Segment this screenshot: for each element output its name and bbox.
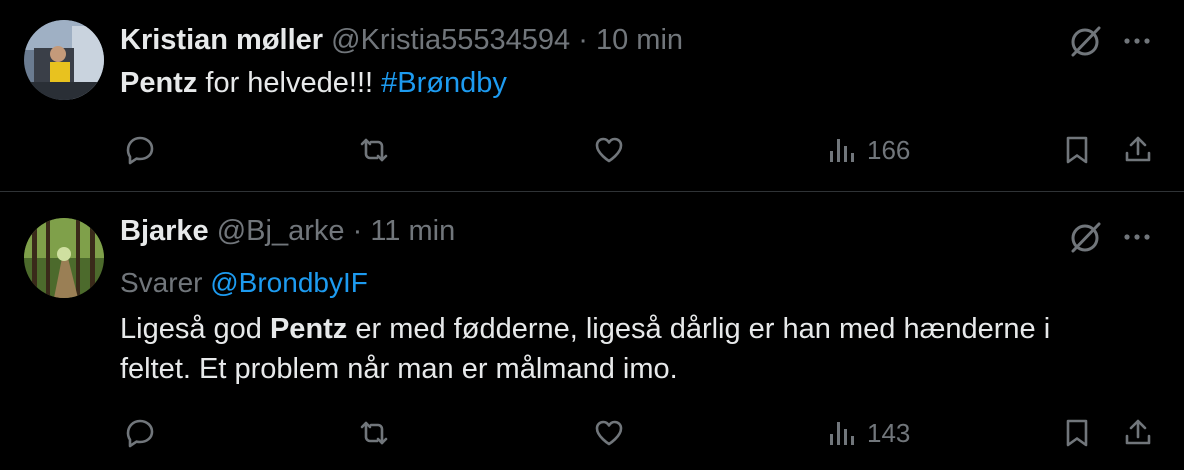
views-button[interactable]: 166 xyxy=(827,130,910,170)
reply-icon xyxy=(126,136,154,165)
reply-button[interactable] xyxy=(124,130,156,170)
reply-button[interactable] xyxy=(124,413,156,453)
tweet[interactable]: Kristian møller @Kristia55534594 · 10 mi… xyxy=(0,0,1184,191)
tweet-header: Bjarke @Bj_arke · 11 min xyxy=(120,211,455,251)
like-icon xyxy=(595,137,623,163)
author-name[interactable]: Kristian møller xyxy=(120,24,323,56)
more-icon[interactable] xyxy=(1120,24,1154,58)
views-count: 166 xyxy=(867,134,911,165)
share-button[interactable] xyxy=(1122,413,1154,453)
bookmark-icon xyxy=(1066,136,1088,164)
mention-link[interactable]: @BrondbyIF xyxy=(210,267,368,298)
separator: · xyxy=(352,215,363,247)
more-icon[interactable] xyxy=(1120,220,1154,254)
views-button[interactable]: 143 xyxy=(827,413,910,453)
timestamp[interactable]: 10 min xyxy=(596,24,683,56)
author-handle[interactable]: @Bj_arke xyxy=(217,215,345,247)
bold-word: Pentz xyxy=(269,313,348,345)
like-icon xyxy=(595,420,623,446)
grok-icon[interactable] xyxy=(1069,220,1103,254)
tweet-text: Pentz for helvede!!! #Brøndby xyxy=(120,63,507,103)
action-bar: 143 xyxy=(0,413,1184,453)
bold-word: Pentz xyxy=(120,67,198,99)
retweet-icon xyxy=(360,138,388,162)
reply-context: Svarer @BrondbyIF xyxy=(120,263,368,303)
grok-icon[interactable] xyxy=(1069,24,1103,58)
avatar[interactable] xyxy=(24,20,104,100)
text-segment: for helvede!!! xyxy=(197,67,382,99)
reply-icon xyxy=(126,419,154,448)
bookmark-button[interactable] xyxy=(1061,413,1093,453)
views-count: 143 xyxy=(867,417,911,448)
like-button[interactable] xyxy=(593,413,625,453)
hashtag-link[interactable]: #Brøndby xyxy=(381,67,507,99)
avatar[interactable] xyxy=(24,218,104,298)
share-button[interactable] xyxy=(1122,130,1154,170)
timestamp[interactable]: 11 min xyxy=(370,215,455,247)
separator: · xyxy=(578,24,588,56)
views-icon xyxy=(830,139,854,162)
author-name[interactable]: Bjarke xyxy=(120,215,209,247)
tweet-header: Kristian møller @Kristia55534594 · 10 mi… xyxy=(120,20,683,60)
author-handle[interactable]: @Kristia55534594 xyxy=(331,24,570,56)
retweet-button[interactable] xyxy=(358,130,390,170)
like-button[interactable] xyxy=(593,130,625,170)
bookmark-button[interactable] xyxy=(1061,130,1093,170)
tweet[interactable]: Bjarke @Bj_arke · 11 min Svarer @Brondby… xyxy=(0,192,1184,470)
share-icon xyxy=(1125,419,1151,445)
action-bar: 166 xyxy=(0,130,1184,170)
bookmark-icon xyxy=(1066,419,1088,447)
retweet-button[interactable] xyxy=(358,413,390,453)
text-segment: Ligeså god xyxy=(120,313,270,345)
retweet-icon xyxy=(360,421,388,445)
share-icon xyxy=(1125,136,1151,162)
tweet-text: Ligeså god Pentz er med fødderne, ligeså… xyxy=(120,309,1120,389)
views-icon xyxy=(830,422,854,445)
reply-prefix: Svarer xyxy=(120,267,203,298)
